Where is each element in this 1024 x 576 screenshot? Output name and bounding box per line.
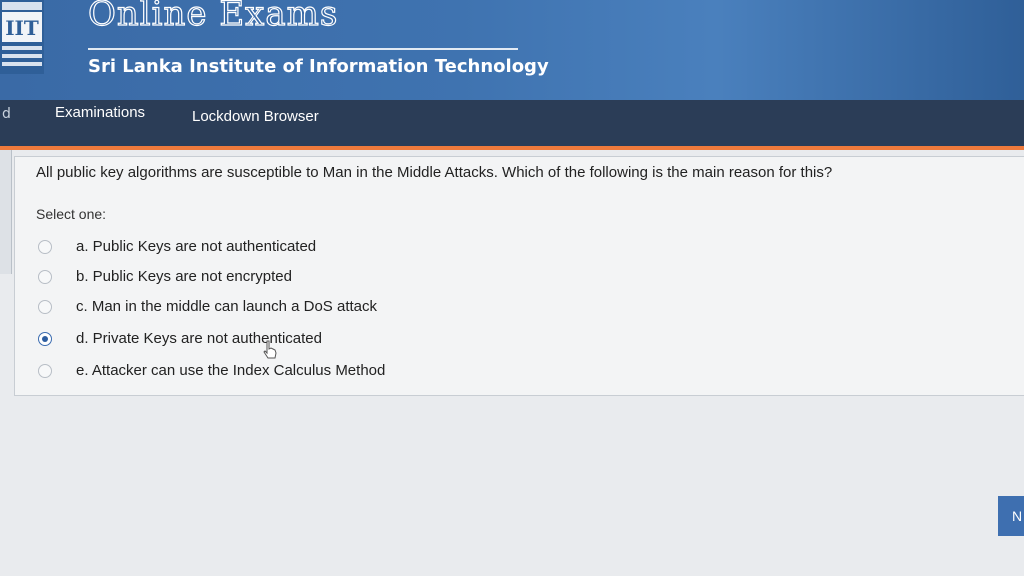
institute-logo: IIT bbox=[0, 0, 44, 74]
nav-item-lockdown-browser[interactable]: Lockdown Browser bbox=[192, 108, 319, 125]
answer-option-a[interactable]: a. Public Keys are not authenticated bbox=[38, 238, 316, 255]
answer-option-label: d. Private Keys are not authenticated bbox=[76, 330, 322, 347]
title-divider bbox=[88, 48, 518, 50]
answer-option-label: e. Attacker can use the Index Calculus M… bbox=[76, 362, 386, 379]
answer-option-d[interactable]: d. Private Keys are not authenticated bbox=[38, 330, 322, 347]
answer-option-label: b. Public Keys are not encrypted bbox=[76, 268, 292, 285]
radio-button-b[interactable] bbox=[38, 269, 52, 284]
nav-item-examinations[interactable]: Examinations bbox=[55, 104, 145, 121]
question-text: All public key algorithms are susceptibl… bbox=[36, 164, 833, 181]
select-one-label: Select one: bbox=[36, 206, 107, 222]
nav-left-glyph: d bbox=[2, 106, 11, 122]
top-nav: d Examinations Lockdown Browser bbox=[0, 100, 1024, 146]
logo-text: IIT bbox=[5, 16, 39, 40]
site-header: IIT Online Exams Sri Lanka Institute of … bbox=[0, 0, 1024, 100]
answer-option-b[interactable]: b. Public Keys are not encrypted bbox=[38, 268, 292, 285]
next-page-button[interactable]: N bbox=[998, 496, 1024, 536]
answer-option-c[interactable]: c. Man in the middle can launch a DoS at… bbox=[38, 298, 377, 315]
hand-cursor-icon bbox=[263, 340, 277, 359]
answer-option-label: c. Man in the middle can launch a DoS at… bbox=[76, 298, 377, 315]
nav-accent-rule bbox=[0, 146, 1024, 150]
radio-button-a[interactable] bbox=[38, 239, 52, 254]
radio-button-c[interactable] bbox=[38, 299, 52, 314]
site-title: Online Exams bbox=[87, 0, 339, 35]
radio-button-d[interactable] bbox=[38, 331, 52, 346]
institute-name: Sri Lanka Institute of Information Techn… bbox=[88, 56, 549, 77]
radio-button-e[interactable] bbox=[38, 363, 52, 378]
answer-option-e[interactable]: e. Attacker can use the Index Calculus M… bbox=[38, 362, 385, 379]
answer-option-label: a. Public Keys are not authenticated bbox=[76, 238, 317, 255]
question-info-tab bbox=[0, 150, 12, 274]
